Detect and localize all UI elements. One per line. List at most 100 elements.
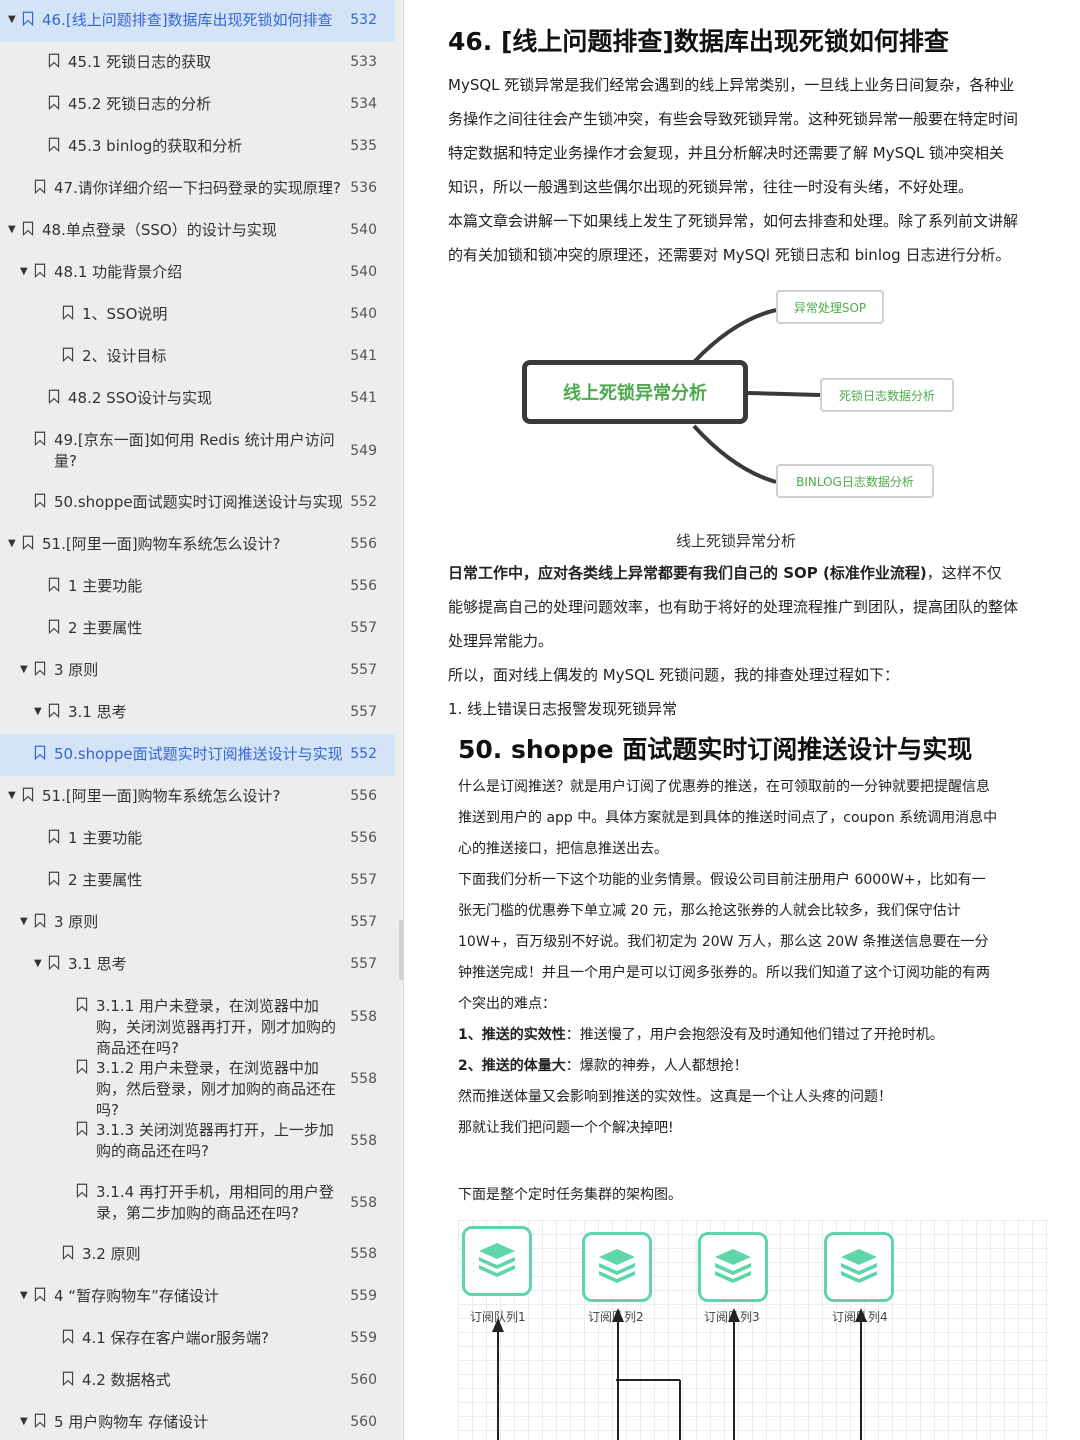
- toc-item[interactable]: ▼ 3.1 思考 557: [0, 692, 395, 734]
- mindmap-node-sop: 异常处理SOP: [776, 290, 884, 324]
- collapse-arrow-icon[interactable]: ▼: [8, 224, 16, 235]
- toc-item-label: 46.[线上问题排查]数据库出现死锁如何排查: [42, 11, 333, 29]
- toc-item[interactable]: 3.1.2 用户未登录，在浏览器中加购，然后登录，刚才加购的商品还在吗? 558: [0, 1048, 395, 1119]
- bookmark-icon: [22, 11, 34, 26]
- bookmark-icon: [48, 95, 60, 110]
- toc-item-page: 556: [350, 578, 377, 594]
- toc-item[interactable]: 50.shoppe面试题实时订阅推送设计与实现 552: [0, 734, 395, 776]
- collapse-arrow-icon[interactable]: ▼: [20, 664, 28, 675]
- toc-item[interactable]: 3.1.3 关闭浏览器再打开，上一步加购的商品还在吗? 558: [0, 1110, 395, 1172]
- bookmark-icon: [48, 619, 60, 634]
- toc-item[interactable]: ▼ 51.[阿里一面]购物车系统怎么设计? 556: [0, 524, 395, 566]
- toc-item[interactable]: 3.1.4 再打开手机，用相同的用户登录，第二步加购的商品还在吗? 558: [0, 1172, 395, 1234]
- toc-item[interactable]: 3.1.1 用户未登录，在浏览器中加购，关闭浏览器再打开，刚才加购的商品还在吗?…: [0, 986, 395, 1057]
- toc-item-label: 3.1 思考: [68, 703, 127, 721]
- toc-item-page: 532: [350, 12, 377, 28]
- toc-item[interactable]: ▼ 5 用户购物车 存储设计 560: [0, 1402, 395, 1440]
- toc-sidebar[interactable]: ▼ 46.[线上问题排查]数据库出现死锁如何排查 532 45.1 死锁日志的获取 53…: [0, 0, 404, 1440]
- toc-item-page: 558: [350, 1133, 377, 1149]
- text: ，这样不仅: [926, 564, 1002, 582]
- sidebar-scrollbar[interactable]: [399, 920, 403, 980]
- toc-item-page: 533: [350, 54, 377, 70]
- collapse-arrow-icon[interactable]: ▼: [8, 790, 16, 801]
- toc-item[interactable]: ▼ 3 原则 557: [0, 650, 395, 692]
- toc-item[interactable]: ▼ 46.[线上问题排查]数据库出现死锁如何排查 532: [0, 0, 395, 42]
- toc-item[interactable]: 2 主要属性 557: [0, 860, 395, 902]
- paragraph-line: 推送到用户的 app 中。具体方案就是到具体的推送时间点了，coupon 系统调…: [458, 810, 998, 826]
- bookmark-icon: [22, 787, 34, 802]
- toc-item[interactable]: 4.2 数据格式 560: [0, 1360, 395, 1402]
- toc-item[interactable]: 49.[京东一面]如何用 Redis 统计用户访问量? 549: [0, 420, 395, 482]
- toc-item-label: 2 主要属性: [68, 871, 143, 889]
- paragraph-line: 然而推送体量又会影响到推送的实效性。这真是一个让人头疼的问题！: [458, 1089, 892, 1105]
- paragraph-line: 那就让我们把问题一个个解决掉吧!: [458, 1120, 674, 1136]
- bookmark-icon: [48, 871, 60, 886]
- toc-item-label: 3.2 原则: [82, 1245, 141, 1263]
- paragraph-line: 10W+，百万级别不好说。我们初定为 20W 万人，那么这 20W 条推送信息要…: [458, 934, 989, 950]
- paragraph-line: 处理异常能力。: [448, 632, 554, 650]
- document-page: 46. [线上问题排查]数据库出现死锁如何排查 MySQL 死锁异常是我们经常会…: [404, 0, 1080, 1440]
- collapse-arrow-icon[interactable]: ▼: [20, 1416, 28, 1427]
- toc-item[interactable]: 50.shoppe面试题实时订阅推送设计与实现 552: [0, 482, 395, 524]
- toc-item[interactable]: 1 主要功能 556: [0, 566, 395, 608]
- toc-item-page: 536: [350, 180, 377, 196]
- collapse-arrow-icon[interactable]: ▼: [34, 958, 42, 969]
- bold-text: 2、推送的体量大: [458, 1058, 566, 1074]
- collapse-arrow-icon[interactable]: ▼: [8, 538, 16, 549]
- toc-item-label: 4.2 数据格式: [82, 1371, 171, 1389]
- paragraph-line: 个突出的难点：: [458, 996, 556, 1012]
- toc-item-page: 559: [350, 1330, 377, 1346]
- arch-connectors: [492, 1308, 867, 1440]
- toc-item[interactable]: 1、SSO说明 540: [0, 294, 395, 336]
- toc-item[interactable]: 2 主要属性 557: [0, 608, 395, 650]
- toc-item[interactable]: ▼ 3 原则 557: [0, 902, 395, 944]
- toc-item-label: 45.2 死锁日志的分析: [68, 95, 212, 113]
- toc-item-page: 556: [350, 788, 377, 804]
- toc-item[interactable]: ▼ 4 “暂存购物车”存储设计 559: [0, 1276, 395, 1318]
- toc-item[interactable]: ▼ 48.单点登录（SSO）的设计与实现 540: [0, 210, 395, 252]
- toc-item-page: 549: [350, 443, 377, 459]
- paragraph-line: 下面我们分析一下这个功能的业务情景。假设公司目前注册用户 6000W+，比如有一: [458, 872, 986, 888]
- toc-item[interactable]: 45.3 binlog的获取和分析 535: [0, 126, 395, 168]
- toc-item-page: 558: [350, 1195, 377, 1211]
- toc-item-label: 3.1.4 再打开手机，用相同的用户登录，第二步加购的商品还在吗?: [96, 1183, 334, 1222]
- bookmark-icon: [34, 431, 46, 446]
- bookmark-icon: [76, 997, 88, 1012]
- toc-item-label: 51.[阿里一面]购物车系统怎么设计?: [42, 787, 281, 805]
- toc-item-page: 557: [350, 620, 377, 636]
- toc-item[interactable]: 47.请你详细介绍一下扫码登录的实现原理? 536: [0, 168, 395, 210]
- collapse-arrow-icon[interactable]: ▼: [20, 916, 28, 927]
- bookmark-icon: [48, 53, 60, 68]
- toc-item-page: 552: [350, 494, 377, 510]
- toc-item-page: 560: [350, 1372, 377, 1388]
- toc-item[interactable]: 3.2 原则 558: [0, 1234, 395, 1276]
- collapse-arrow-icon[interactable]: ▼: [34, 706, 42, 717]
- toc-item[interactable]: 48.2 SSO设计与实现 541: [0, 378, 395, 420]
- mindmap-center-node: 线上死锁异常分析: [522, 360, 748, 424]
- paragraph-line: 心的推送接口，把信息推送出去。: [458, 841, 668, 857]
- toc-item-page: 560: [350, 1414, 377, 1430]
- toc-item[interactable]: 4.1 保存在客户端or服务端? 559: [0, 1318, 395, 1360]
- toc-item-label: 3.1 思考: [68, 955, 127, 973]
- bookmark-icon: [22, 535, 34, 550]
- paragraph-line: 能够提高自己的处理问题效率，也有助于将好的处理流程推广到团队，提高团队的整体: [448, 598, 1019, 616]
- toc-item[interactable]: 45.2 死锁日志的分析 534: [0, 84, 395, 126]
- toc-item[interactable]: ▼ 48.1 功能背景介绍 540: [0, 252, 395, 294]
- toc-item-label: 1 主要功能: [68, 577, 143, 595]
- bookmark-icon: [34, 263, 46, 278]
- toc-item-page: 557: [350, 662, 377, 678]
- paragraph-sop: 日常工作中，应对各类线上异常都要有我们自己的 SOP (标准作业流程)，这样不仅…: [448, 556, 1018, 726]
- toc-item-page: 557: [350, 914, 377, 930]
- collapse-arrow-icon[interactable]: ▼: [20, 1290, 28, 1301]
- figure-caption: 线上死锁异常分析: [676, 532, 797, 550]
- toc-item[interactable]: 2、设计目标 541: [0, 336, 395, 378]
- toc-item[interactable]: 1 主要功能 556: [0, 818, 395, 860]
- bookmark-icon: [34, 745, 46, 760]
- toc-item[interactable]: 45.1 死锁日志的获取 533: [0, 42, 395, 84]
- toc-item[interactable]: ▼ 3.1 思考 557: [0, 944, 395, 986]
- arch-intro: 下面是整个定时任务集群的架构图。: [458, 1187, 682, 1203]
- collapse-arrow-icon[interactable]: ▼: [8, 14, 16, 25]
- collapse-arrow-icon[interactable]: ▼: [20, 266, 28, 277]
- text: ：爆款的神券，人人都想抢！: [565, 1058, 748, 1074]
- toc-item[interactable]: ▼ 51.[阿里一面]购物车系统怎么设计? 556: [0, 776, 395, 818]
